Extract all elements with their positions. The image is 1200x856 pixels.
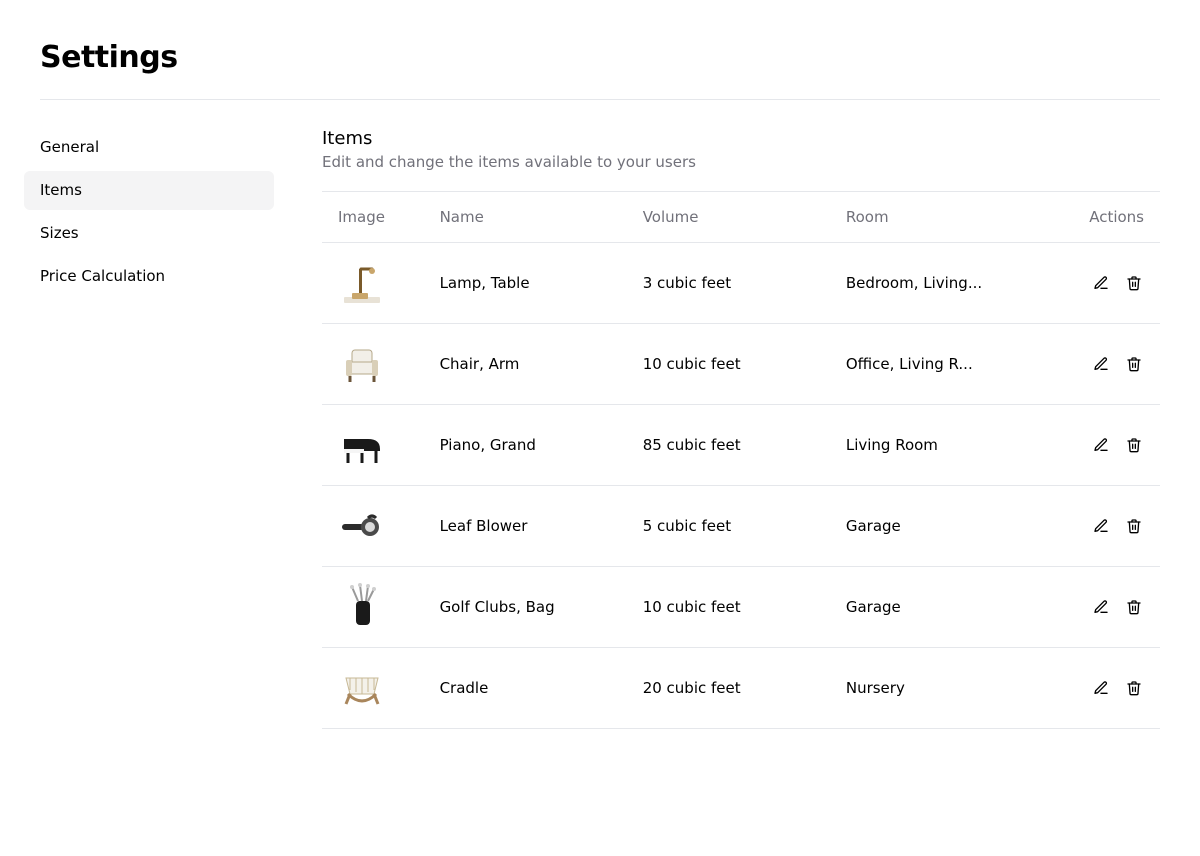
item-room: Nursery [830, 648, 1033, 729]
column-header-actions: Actions [1033, 192, 1160, 243]
item-room: Garage [830, 486, 1033, 567]
column-header-room: Room [830, 192, 1033, 243]
item-room: Living Room [830, 405, 1033, 486]
trash-icon [1126, 356, 1142, 372]
cradle-icon [338, 664, 386, 712]
column-header-volume: Volume [627, 192, 830, 243]
item-thumbnail [338, 583, 386, 631]
item-room: Garage [830, 567, 1033, 648]
item-volume: 85 cubic feet [627, 405, 830, 486]
item-thumbnail [338, 664, 386, 712]
item-volume: 10 cubic feet [627, 324, 830, 405]
edit-icon [1093, 437, 1109, 453]
delete-button[interactable] [1124, 273, 1144, 293]
edit-icon [1093, 680, 1109, 696]
column-header-name: Name [424, 192, 627, 243]
edit-icon [1093, 275, 1109, 291]
item-thumbnail [338, 502, 386, 550]
item-volume: 5 cubic feet [627, 486, 830, 567]
trash-icon [1126, 275, 1142, 291]
sidebar-item-price-calculation[interactable]: Price Calculation [24, 257, 274, 296]
trash-icon [1126, 518, 1142, 534]
edit-icon [1093, 599, 1109, 615]
delete-button[interactable] [1124, 678, 1144, 698]
item-name: Golf Clubs, Bag [424, 567, 627, 648]
lamp-icon [338, 259, 386, 307]
section-title: Items [322, 128, 1160, 149]
leaf-blower-icon [338, 502, 386, 550]
table-row: Leaf Blower 5 cubic feet Garage [322, 486, 1160, 567]
main-content: Items Edit and change the items availabl… [322, 128, 1160, 729]
trash-icon [1126, 437, 1142, 453]
item-thumbnail [338, 421, 386, 469]
item-name: Lamp, Table [424, 243, 627, 324]
table-row: Lamp, Table 3 cubic feet Bedroom, Living… [322, 243, 1160, 324]
edit-icon [1093, 356, 1109, 372]
edit-icon [1093, 518, 1109, 534]
delete-button[interactable] [1124, 435, 1144, 455]
item-name: Chair, Arm [424, 324, 627, 405]
item-room: Bedroom, Living... [830, 243, 1033, 324]
item-thumbnail [338, 259, 386, 307]
table-row: Piano, Grand 85 cubic feet Living Room [322, 405, 1160, 486]
edit-button[interactable] [1091, 516, 1111, 536]
item-room: Office, Living R... [830, 324, 1033, 405]
settings-sidebar: General Items Sizes Price Calculation [24, 128, 274, 729]
delete-button[interactable] [1124, 516, 1144, 536]
edit-button[interactable] [1091, 435, 1111, 455]
edit-button[interactable] [1091, 354, 1111, 374]
golf-bag-icon [338, 583, 386, 631]
edit-button[interactable] [1091, 597, 1111, 617]
edit-button[interactable] [1091, 273, 1111, 293]
item-name: Piano, Grand [424, 405, 627, 486]
sidebar-item-sizes[interactable]: Sizes [24, 214, 274, 253]
item-thumbnail [338, 340, 386, 388]
armchair-icon [338, 340, 386, 388]
column-header-image: Image [322, 192, 424, 243]
item-volume: 3 cubic feet [627, 243, 830, 324]
item-volume: 10 cubic feet [627, 567, 830, 648]
delete-button[interactable] [1124, 354, 1144, 374]
sidebar-item-items[interactable]: Items [24, 171, 274, 210]
edit-button[interactable] [1091, 678, 1111, 698]
delete-button[interactable] [1124, 597, 1144, 617]
trash-icon [1126, 680, 1142, 696]
sidebar-item-general[interactable]: General [24, 128, 274, 167]
trash-icon [1126, 599, 1142, 615]
table-row: Cradle 20 cubic feet Nursery [322, 648, 1160, 729]
item-volume: 20 cubic feet [627, 648, 830, 729]
section-subtitle: Edit and change the items available to y… [322, 153, 1160, 171]
items-table: Image Name Volume Room Actions [322, 191, 1160, 729]
page-title: Settings [40, 40, 1160, 75]
table-row: Chair, Arm 10 cubic feet Office, Living … [322, 324, 1160, 405]
table-row: Golf Clubs, Bag 10 cubic feet Garage [322, 567, 1160, 648]
piano-icon [338, 421, 386, 469]
item-name: Leaf Blower [424, 486, 627, 567]
item-name: Cradle [424, 648, 627, 729]
